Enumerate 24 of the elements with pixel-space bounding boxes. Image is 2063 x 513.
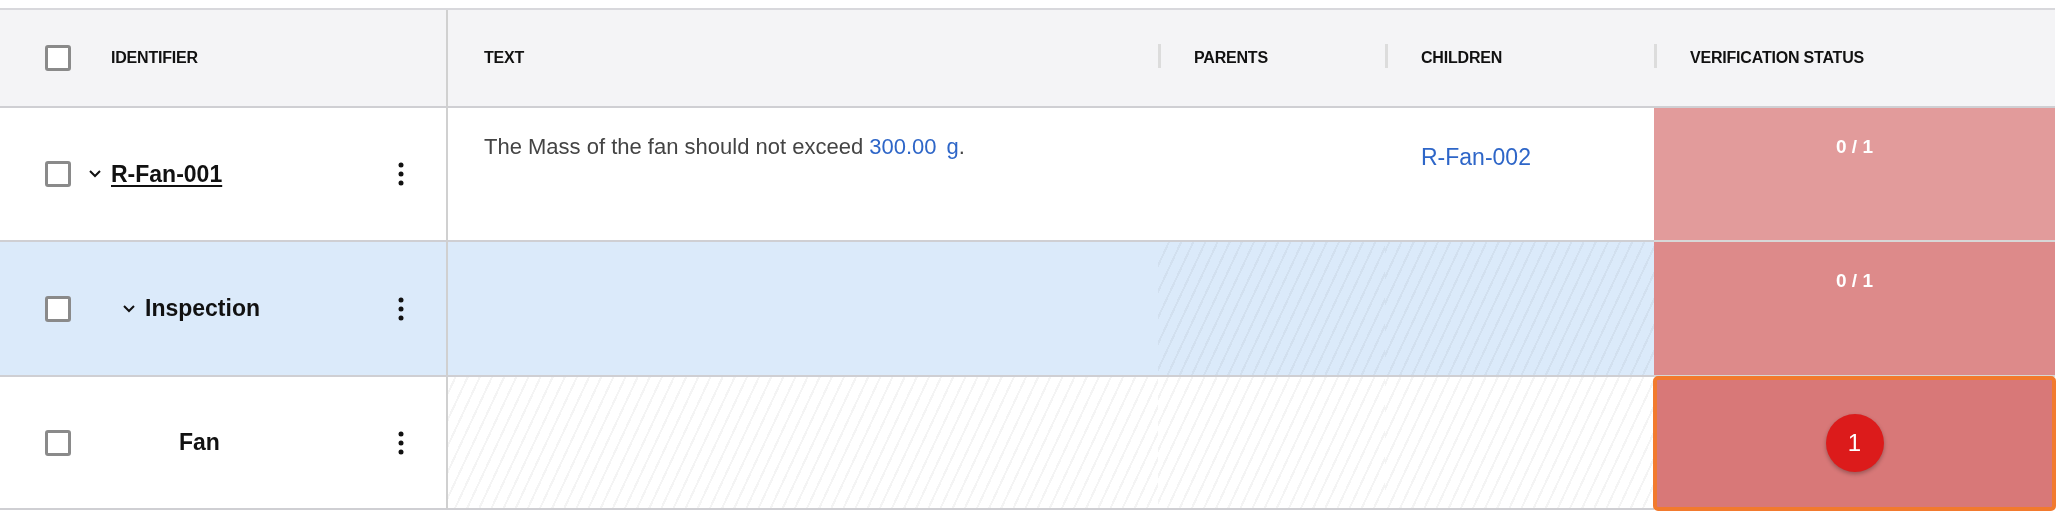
table-row-cell[interactable]: Inspection: [0, 242, 448, 377]
column-header[interactable]: VERIFICATION STATUS: [1690, 49, 1864, 67]
count-badge: 1: [1825, 413, 1884, 472]
identifier-link[interactable]: R-Fan-001: [111, 160, 223, 188]
column-header[interactable]: CHILDREN: [1421, 49, 1503, 67]
more-options-icon[interactable]: [398, 296, 404, 321]
status-ratio: 0 / 1: [1836, 136, 1873, 158]
checkbox[interactable]: [45, 429, 71, 456]
column-header[interactable]: PARENTS: [1194, 49, 1268, 67]
requirement-text: The Mass of the fan should not exceed 300.00 g.: [484, 134, 966, 160]
checkbox[interactable]: [45, 45, 71, 71]
table-row-cell[interactable]: Fan: [0, 377, 448, 510]
table-row-cell[interactable]: R-Fan-001: [0, 108, 448, 242]
checkbox[interactable]: [45, 295, 71, 322]
checkbox[interactable]: [45, 161, 71, 187]
more-options-icon[interactable]: [398, 430, 404, 455]
status-cell[interactable]: 1: [1654, 377, 2055, 510]
column-header[interactable]: IDENTIFIER: [111, 49, 198, 67]
status-ratio: 0 / 1: [1836, 270, 1873, 292]
child-link[interactable]: R-Fan-002: [1421, 144, 1531, 170]
more-options-icon[interactable]: [398, 162, 404, 186]
column-header[interactable]: TEXT: [484, 49, 525, 67]
identifier-text: Fan: [179, 429, 220, 456]
identifier-text: Inspection: [145, 295, 260, 322]
